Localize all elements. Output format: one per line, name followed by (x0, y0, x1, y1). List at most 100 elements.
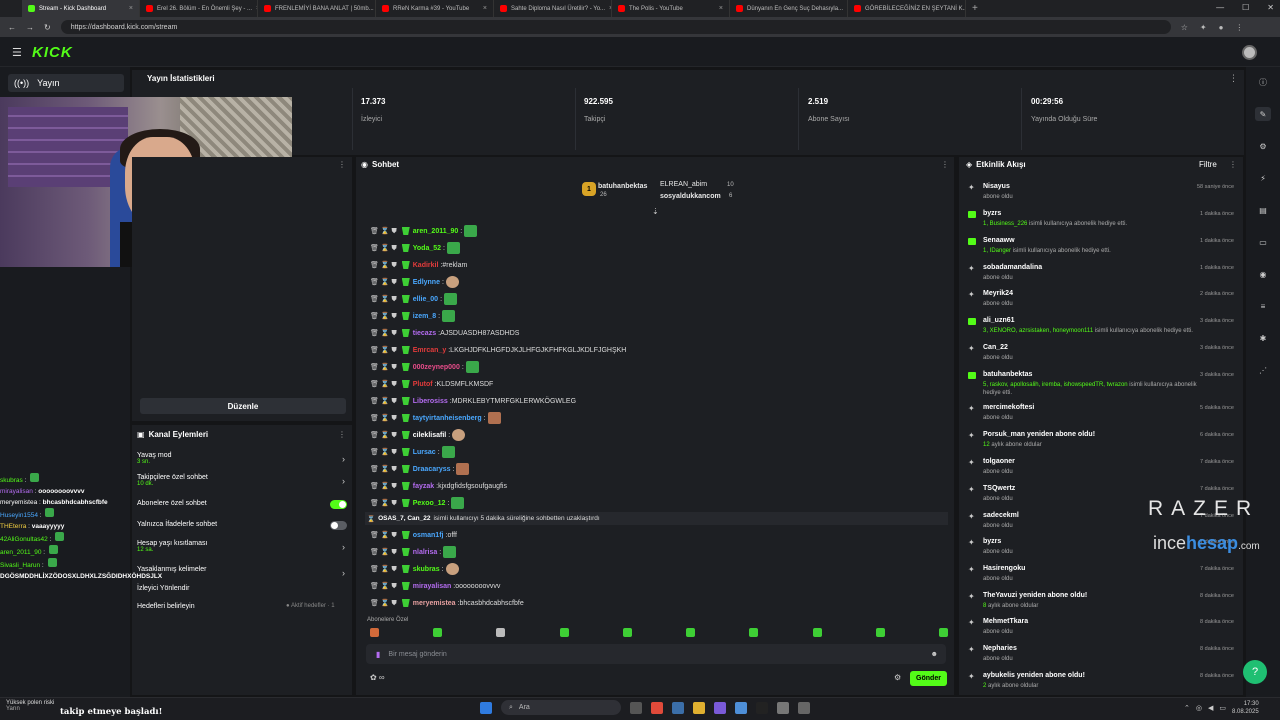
chat-settings-icon[interactable]: ⚙ (894, 673, 901, 682)
broadcast-icon[interactable]: ◉ (1255, 267, 1271, 281)
browser-tab[interactable]: Stream - Kick Dashboard × (22, 0, 140, 17)
windows-start-icon[interactable] (480, 701, 492, 714)
chat-username[interactable]: Edlynne (413, 279, 440, 286)
browser-tab[interactable]: RReN Karma #39 - YouTube × (376, 0, 494, 17)
chat-tools-icon[interactable]: ✿ ∞ (370, 673, 385, 682)
wrench-icon[interactable]: ✱ (1255, 331, 1271, 345)
mod-actions-icon[interactable]: 🗑 ⌛ ⛊ (370, 329, 397, 338)
bookmark-star-icon[interactable]: ☆ (1181, 23, 1188, 32)
mod-actions-icon[interactable]: 🗑 ⌛ ⛊ (370, 431, 397, 440)
mod-actions-icon[interactable]: 🗑 ⌛ ⛊ (370, 312, 397, 321)
send-button[interactable]: Gönder (910, 671, 947, 686)
top-gifter-name[interactable]: batuhanbektas (598, 183, 647, 190)
steam-icon[interactable] (672, 701, 684, 714)
clock[interactable]: 17:30 8.08.2025 (1232, 700, 1259, 716)
mod-actions-icon[interactable]: 🗑 ⌛ ⛊ (370, 380, 397, 389)
chat-username[interactable]: fayzak (413, 483, 434, 490)
network-icon[interactable]: ◎ (1196, 704, 1202, 712)
volume-icon[interactable]: ◀ (1208, 704, 1213, 712)
emote-button[interactable] (370, 628, 379, 637)
mod-actions-icon[interactable]: 🗑 ⌛ ⛊ (370, 244, 397, 253)
chat-username[interactable]: Plutof (413, 381, 433, 388)
emoji-icon[interactable]: ☻ (931, 651, 938, 658)
user-avatar[interactable] (1242, 45, 1257, 60)
stats-menu-icon[interactable]: ⋮ (1229, 73, 1238, 84)
maximize-icon[interactable]: ☐ (1242, 3, 1249, 12)
mod-actions-icon[interactable]: 🗑 ⌛ ⛊ (370, 346, 397, 355)
support-chat-icon[interactable]: ? (1243, 660, 1267, 684)
new-tab-icon[interactable]: + (972, 3, 978, 14)
edit-button[interactable]: Düzenle (140, 398, 346, 414)
mod-actions-icon[interactable]: 🗑 ⌛ ⛊ (370, 448, 397, 457)
browser-tab[interactable]: Erel 26. Bölüm - En Önemli Şey - ...× (140, 0, 258, 17)
server-icon[interactable]: ≡ (1255, 299, 1271, 313)
chat-username[interactable]: 000zeynep000 (413, 364, 460, 371)
emote-button[interactable] (496, 628, 506, 637)
mod-actions-icon[interactable]: 🗑 ⌛ ⛊ (370, 465, 397, 474)
lightning-icon[interactable]: ⚡ (1255, 171, 1271, 185)
tab-close-icon[interactable]: × (719, 5, 723, 12)
chat-message-input[interactable]: ▮ Bir mesaj gönderin ☻ (366, 644, 946, 664)
activity-menu-icon[interactable]: ⋮ (1229, 160, 1237, 169)
chat-username[interactable]: cileklisafil (413, 432, 446, 439)
chat-username[interactable]: skubras (413, 566, 440, 573)
chevron-right-icon[interactable]: › (342, 568, 345, 578)
mod-actions-icon[interactable]: 🗑 ⌛ ⛊ (370, 278, 397, 287)
chrome-icon[interactable] (651, 701, 663, 714)
mod-actions-icon[interactable]: 🗑 ⌛ ⛊ (370, 482, 397, 491)
chat-username[interactable]: Lursac (413, 449, 436, 456)
profile-icon[interactable]: ● (1219, 23, 1224, 32)
mod-actions-icon[interactable]: 🗑 ⌛ ⛊ (370, 499, 397, 508)
sidebar-item-yayin[interactable]: ((•)) Yayın (8, 74, 124, 92)
file-explorer-icon[interactable] (693, 701, 705, 714)
obs-icon[interactable] (777, 701, 789, 714)
kick-logo[interactable]: KICK (32, 44, 73, 61)
mod-actions-icon[interactable]: 🗑 ⌛ ⛊ (370, 531, 397, 540)
top-gifter-name[interactable]: ELREAN_abim (660, 181, 707, 188)
top-gifter-name[interactable]: sosyaldukkancom (660, 193, 721, 200)
chat-username[interactable]: aren_2011_90 (413, 228, 459, 235)
discord-icon[interactable] (714, 701, 726, 714)
browser-tab[interactable]: Dünyanın En Genç Suç Dehasıyla...× (730, 0, 848, 17)
chat-username[interactable]: nlalrisa (413, 549, 438, 556)
document-icon[interactable]: ▤ (1255, 203, 1271, 217)
browser-tab[interactable]: The Polis - YouTube × (612, 0, 730, 17)
emote-button[interactable] (875, 628, 885, 637)
toggle-switch[interactable] (330, 500, 347, 509)
forward-icon[interactable]: → (26, 23, 34, 32)
mod-actions-icon[interactable]: 🗑 ⌛ ⛊ (370, 599, 397, 608)
emote-button[interactable] (559, 628, 569, 637)
emote-button[interactable] (622, 628, 632, 637)
channel-action-item[interactable]: Yavaş mod 3 sn. › (137, 452, 349, 465)
chat-bubble-icon[interactable]: ▭ (1255, 235, 1271, 249)
mod-actions-icon[interactable]: 🗑 ⌛ ⛊ (370, 548, 397, 557)
channel-action-item[interactable]: Hesap yaşı kısıtlaması 12 sa. › (137, 540, 349, 553)
chat-username[interactable]: Yoda_52 (413, 245, 441, 252)
mod-actions-icon[interactable]: 🗑 ⌛ ⛊ (370, 565, 397, 574)
chat-menu-icon[interactable]: ⋮ (941, 160, 949, 169)
mod-actions-icon[interactable]: 🗑 ⌛ ⛊ (370, 295, 397, 304)
reload-icon[interactable]: ↻ (44, 23, 51, 32)
tab-close-icon[interactable]: × (129, 5, 133, 12)
channel-action-item[interactable]: Abonelere özel sohbet (137, 500, 349, 509)
mod-actions-icon[interactable]: 🗑 ⌛ ⛊ (370, 363, 397, 372)
chat-username[interactable]: Pexoo_12 (413, 500, 446, 507)
chat-username[interactable]: Kadirkil (413, 262, 439, 269)
url-field[interactable]: https://dashboard.kick.com/stream (60, 20, 1171, 34)
weather-widget[interactable]: Yüksek polen riski Yarın (6, 700, 54, 712)
chevron-right-icon[interactable]: › (342, 542, 345, 552)
channel-action-item[interactable]: İzleyici Yönlendir (137, 585, 349, 592)
emote-button[interactable] (938, 628, 948, 637)
app-icon[interactable] (735, 701, 747, 714)
close-icon[interactable]: ✕ (1267, 3, 1274, 12)
browser-tab[interactable]: GÖREBİLECEĞİNİZ EN ŞEYTANİ K...× (848, 0, 966, 17)
chat-username[interactable]: osman1fj (413, 532, 444, 539)
emote-button[interactable] (686, 628, 696, 637)
settings-icon[interactable]: ⚙ (1255, 139, 1271, 153)
mod-actions-icon[interactable]: 🗑 ⌛ ⛊ (370, 227, 397, 236)
chat-username[interactable]: mirayalisan (413, 583, 452, 590)
hamburger-menu-icon[interactable]: ☰ (12, 46, 22, 59)
taskbar-search[interactable]: ⌕ Ara (501, 700, 621, 715)
channel-action-item[interactable]: Takipçilere özel sohbet 10 dk. › (137, 474, 349, 487)
chevron-right-icon[interactable]: › (342, 454, 345, 464)
